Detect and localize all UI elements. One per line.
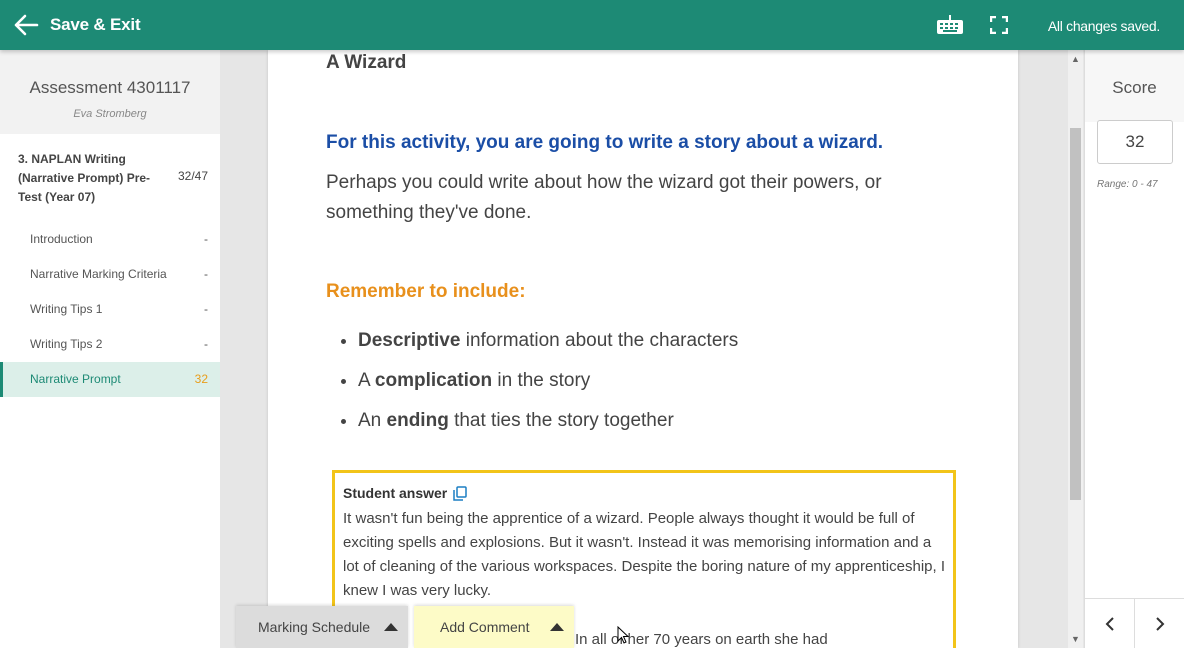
content-page: A Wizard For this activity, you are goin…	[268, 50, 1018, 648]
remember-heading: Remember to include:	[326, 281, 526, 302]
student-answer-text-partial: In all of her 70 years on earth she had	[575, 631, 828, 648]
chevron-left-icon[interactable]	[1085, 599, 1135, 648]
section-header[interactable]: 3. NAPLAN Writing (Narrative Prompt) Pre…	[0, 134, 220, 222]
prompt-title: A Wizard	[326, 52, 407, 73]
sidebar-item-value: 32	[194, 372, 208, 386]
top-bar: Save & Exit All changes saved.	[0, 0, 1184, 50]
marking-schedule-tab[interactable]: Marking Schedule	[236, 606, 408, 648]
criteria-list: Descriptive information about the charac…	[358, 328, 738, 448]
caret-up-icon	[550, 623, 564, 631]
add-comment-label: Add Comment	[440, 619, 530, 635]
sidebar-item-value: -	[204, 267, 208, 281]
pager	[1085, 598, 1184, 648]
sidebar-item-writing-tips-2[interactable]: Writing Tips 2 -	[0, 327, 220, 362]
sidebar-item-value: -	[204, 302, 208, 316]
student-answer-label: Student answer	[343, 485, 448, 501]
student-answer-text: It wasn't fun being the apprentice of a …	[343, 510, 945, 599]
save-status: All changes saved.	[1047, 18, 1160, 34]
scroll-down-arrow-icon[interactable]: ▼	[1068, 632, 1083, 646]
vertical-scrollbar[interactable]: ▲ ▼	[1068, 50, 1083, 648]
sidebar-item-label: Introduction	[30, 232, 93, 246]
sidebar-item-label: Writing Tips 2	[30, 337, 103, 351]
caret-up-icon	[384, 623, 398, 631]
fullscreen-icon[interactable]	[989, 15, 1009, 35]
back-arrow-icon[interactable]	[10, 10, 42, 40]
score-heading: Score	[1085, 50, 1184, 122]
score-input[interactable]: 32	[1097, 120, 1173, 164]
score-panel: Score 32 Range: 0 - 47	[1084, 50, 1184, 648]
sidebar-item-value: -	[204, 232, 208, 246]
section-score: 32/47	[177, 169, 208, 183]
activity-instruction: For this activity, you are going to writ…	[326, 132, 884, 153]
list-item: Descriptive information about the charac…	[358, 328, 738, 368]
copy-icon[interactable]	[453, 485, 467, 501]
list-item: An ending that ties the story together	[358, 408, 738, 448]
mouse-cursor-icon	[617, 625, 630, 644]
sidebar-item-label: Narrative Prompt	[30, 372, 121, 386]
marking-schedule-label: Marking Schedule	[258, 619, 371, 635]
sidebar-item-value: -	[204, 337, 208, 351]
scrollbar-thumb[interactable]	[1070, 128, 1081, 500]
score-range: Range: 0 - 47	[1097, 179, 1158, 190]
list-item: A complication in the story	[358, 368, 738, 408]
save-exit-button[interactable]: Save & Exit	[50, 15, 141, 35]
sidebar-item-narrative-prompt[interactable]: Narrative Prompt 32	[0, 362, 220, 397]
add-comment-tab[interactable]: Add Comment	[414, 606, 574, 648]
assessment-header: Assessment 4301117 Eva Stromberg	[0, 50, 220, 134]
scroll-up-arrow-icon[interactable]: ▲	[1068, 52, 1083, 66]
sidebar-item-writing-tips-1[interactable]: Writing Tips 1 -	[0, 292, 220, 327]
prompt-paragraph: Perhaps you could write about how the wi…	[326, 172, 882, 223]
sidebar-item-label: Writing Tips 1	[30, 302, 103, 316]
sidebar-item-label: Narrative Marking Criteria	[30, 267, 167, 281]
chevron-right-icon[interactable]	[1135, 599, 1184, 648]
section-title: 3. NAPLAN Writing (Narrative Prompt) Pre…	[18, 152, 151, 204]
assessment-title: Assessment 4301117	[29, 78, 191, 97]
left-sidebar: Assessment 4301117 Eva Stromberg 3. NAPL…	[0, 50, 220, 648]
student-name: Eva Stromberg	[73, 108, 147, 120]
sidebar-item-narrative-marking-criteria[interactable]: Narrative Marking Criteria -	[0, 257, 220, 292]
keyboard-icon[interactable]	[936, 14, 964, 36]
sidebar-item-introduction[interactable]: Introduction -	[0, 222, 220, 257]
